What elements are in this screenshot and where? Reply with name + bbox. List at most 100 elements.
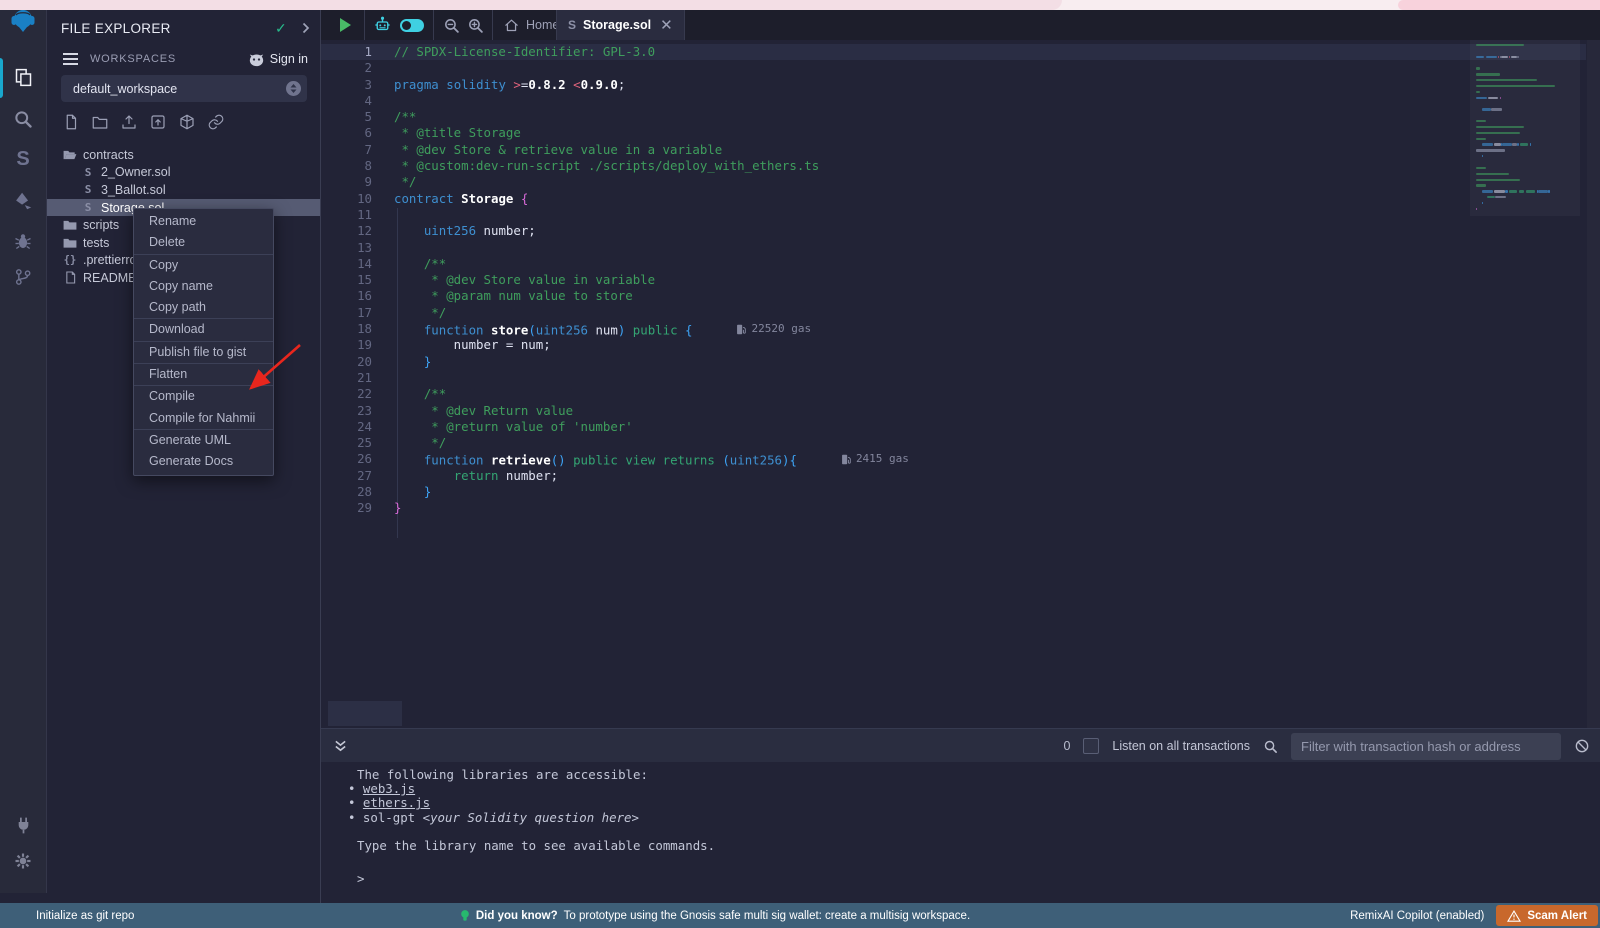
deploy-run-icon xyxy=(12,190,34,212)
sidebar-item-debugger[interactable] xyxy=(0,226,46,256)
gas-pump-icon xyxy=(736,324,746,335)
file-context-menu: RenameDeleteCopyCopy nameCopy pathDownlo… xyxy=(133,208,274,476)
context-menu-item-generate-docs[interactable]: Generate Docs xyxy=(134,451,273,472)
copilot-toggle[interactable] xyxy=(400,10,424,40)
upload-folder-icon[interactable] xyxy=(149,113,167,131)
context-menu-item-rename[interactable]: Rename xyxy=(134,211,273,232)
solidity-icon: S xyxy=(81,166,95,179)
transaction-count: 0 xyxy=(1063,739,1070,753)
sidebar-item-plugin-manager[interactable] xyxy=(0,810,46,840)
sign-in-button[interactable]: Sign in xyxy=(248,52,308,67)
vertical-scrollbar-track[interactable] xyxy=(1587,40,1600,728)
ipfs-cube-icon[interactable] xyxy=(178,113,196,131)
tree-item-label: contracts xyxy=(83,148,134,162)
search-icon xyxy=(13,109,33,129)
code-line-7: 7 * @dev Store & retrieve value in a var… xyxy=(320,142,909,158)
remix-logo[interactable] xyxy=(0,6,46,36)
terminal-line xyxy=(348,825,1600,839)
sidebar-item-git[interactable] xyxy=(0,262,46,292)
terminal-search-icon[interactable] xyxy=(1263,739,1278,754)
context-menu-item-publish-file-to-gist[interactable]: Publish file to gist xyxy=(134,342,273,363)
terminal-expand-button[interactable] xyxy=(334,729,347,763)
solidity-file-icon: S xyxy=(568,19,576,31)
tree-item-label: scripts xyxy=(83,218,119,232)
code-editor[interactable]: 1// SPDX-License-Identifier: GPL-3.023pr… xyxy=(320,40,1600,728)
clear-console-icon[interactable] xyxy=(1574,738,1590,754)
terminal-output[interactable]: The following libraries are accessible:•… xyxy=(320,762,1600,903)
sidebar-item-search[interactable] xyxy=(0,104,46,134)
chevron-right-icon[interactable] xyxy=(301,22,310,34)
github-icon xyxy=(248,52,265,67)
workspaces-label: WORKSPACES xyxy=(90,53,176,65)
run-script-button[interactable] xyxy=(340,10,351,40)
sidebar-item-deploy-run[interactable] xyxy=(0,186,46,216)
terminal-prompt[interactable]: > xyxy=(348,872,1600,886)
context-menu-item-compile[interactable]: Compile xyxy=(134,386,273,407)
check-icon[interactable]: ✓ xyxy=(275,20,287,37)
terminal-line: • web3.js xyxy=(348,782,1600,796)
tree-item-label: 3_Ballot.sol xyxy=(101,183,166,197)
braces-icon: {} xyxy=(63,254,77,266)
context-menu-item-copy-path[interactable]: Copy path xyxy=(134,297,273,318)
new-folder-icon[interactable] xyxy=(91,113,109,131)
context-menu-item-download[interactable]: Download xyxy=(134,319,273,340)
browser-strip-shape-right xyxy=(1398,0,1600,10)
code-line-14: 14 /** xyxy=(320,256,909,272)
context-menu-item-copy-name[interactable]: Copy name xyxy=(134,276,273,297)
tree-item-label: tests xyxy=(83,236,109,250)
context-menu-item-delete[interactable]: Delete xyxy=(134,232,273,253)
hamburger-menu-icon[interactable] xyxy=(63,53,78,65)
code-line-18: 18 function store(uint256 num) public {2… xyxy=(320,321,909,337)
upload-file-icon[interactable] xyxy=(120,113,138,131)
code-line-20: 20 } xyxy=(320,354,909,370)
sign-in-label: Sign in xyxy=(270,52,308,66)
code-line-5: 5/** xyxy=(320,109,909,125)
zoom-in-button[interactable] xyxy=(467,10,484,40)
transaction-filter-input[interactable] xyxy=(1291,733,1561,760)
plug-icon xyxy=(13,815,34,836)
tree-item-label: 2_Owner.sol xyxy=(101,165,170,179)
copilot-status[interactable]: RemixAI Copilot (enabled) xyxy=(1350,910,1484,922)
code-line-11: 11 xyxy=(320,207,909,223)
listen-transactions-checkbox[interactable] xyxy=(1083,738,1099,754)
terminal-link[interactable]: web3.js xyxy=(363,781,415,796)
code-line-15: 15 * @dev Store value in variable xyxy=(320,272,909,288)
tree-item-contracts[interactable]: contracts xyxy=(47,146,320,164)
terminal-line: • sol-gpt <your Solidity question here> xyxy=(348,811,1600,825)
code-line-13: 13 xyxy=(320,240,909,256)
tab-storage-sol[interactable]: S Storage.sol ✕ xyxy=(557,10,685,40)
plugin-icon-bar: S xyxy=(0,0,47,893)
code-line-29: 29} xyxy=(320,500,909,516)
solidity-icon: S xyxy=(81,201,95,214)
new-file-icon[interactable] xyxy=(62,113,80,131)
code-line-25: 25 */ xyxy=(320,435,909,451)
scam-alert-button[interactable]: Scam Alert xyxy=(1496,905,1598,926)
tree-item-3-ballot-sol[interactable]: S3_Ballot.sol xyxy=(47,181,320,199)
folder-open-icon xyxy=(63,149,77,161)
code-line-3: 3pragma solidity >=0.8.2 <0.9.0; xyxy=(320,77,909,93)
context-menu-item-compile-for-nahmii[interactable]: Compile for Nahmii xyxy=(134,408,273,429)
tree-item-2-owner-sol[interactable]: S 2_Owner.sol xyxy=(47,164,320,182)
remix-ide-window: S xyxy=(0,0,1600,928)
close-tab-icon[interactable]: ✕ xyxy=(660,18,673,33)
sidebar-item-file-explorer[interactable] xyxy=(0,62,46,92)
context-menu-item-copy[interactable]: Copy xyxy=(134,255,273,276)
tip-title: Did you know? xyxy=(476,910,558,922)
horizontal-scrollbar-thumb[interactable] xyxy=(328,701,402,726)
git-init-button[interactable]: Initialize as git repo xyxy=(36,910,134,922)
sidebar-item-settings[interactable] xyxy=(0,846,46,876)
context-menu-item-generate-uml[interactable]: Generate UML xyxy=(134,430,273,451)
link-import-icon[interactable] xyxy=(207,113,225,131)
workspace-select[interactable]: default_workspace xyxy=(61,75,307,102)
code-line-4: 4 xyxy=(320,93,909,109)
context-menu-item-flatten[interactable]: Flatten xyxy=(134,364,273,385)
robot-icon xyxy=(373,16,392,34)
ai-copilot-button[interactable] xyxy=(373,10,392,40)
zoom-out-button[interactable] xyxy=(443,10,460,40)
zoom-in-icon xyxy=(467,17,484,34)
browser-top-strip xyxy=(0,0,1600,10)
code-line-19: 19 number = num; xyxy=(320,337,909,353)
sidebar-item-solidity-compiler[interactable]: S xyxy=(0,144,46,174)
terminal-link[interactable]: ethers.js xyxy=(363,795,430,810)
lightbulb-icon xyxy=(460,909,470,923)
